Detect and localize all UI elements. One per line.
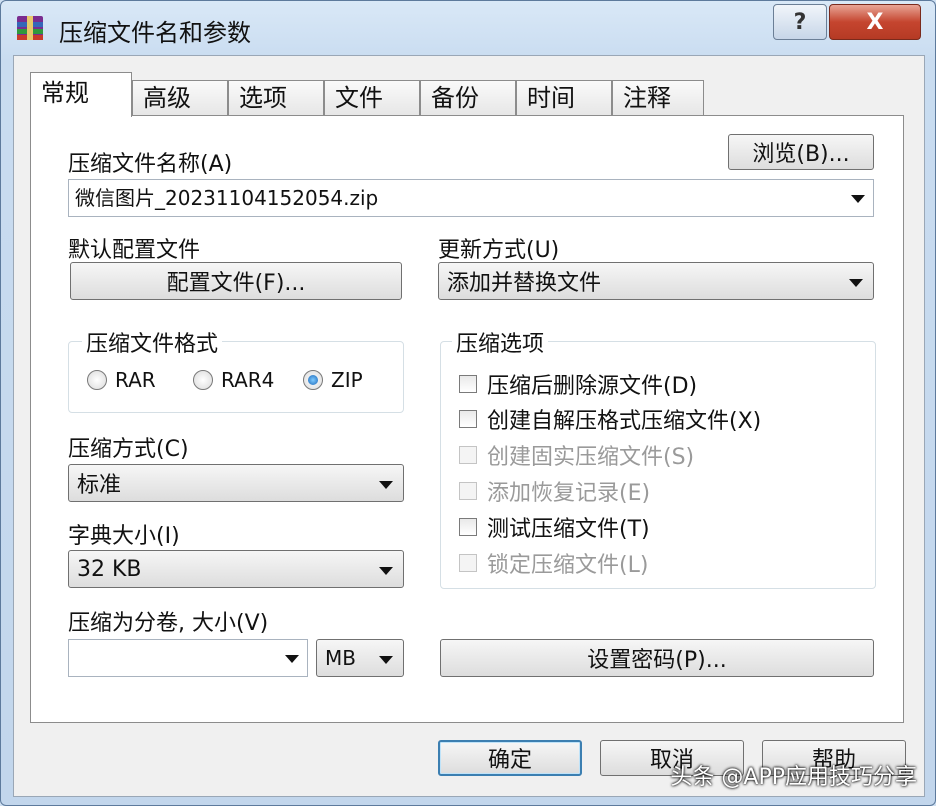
dialog-window: 压缩文件名和参数 ? X 常规 高级 选项 文件 备份 时间 注释 压缩文件名称… (0, 0, 936, 806)
option-label: 压缩后删除源文件(D) (487, 374, 698, 399)
option-create-sfx[interactable]: 创建自解压格式压缩文件(X) (459, 403, 761, 435)
chevron-down-icon (379, 567, 393, 575)
archive-name-combo[interactable]: 微信图片_20231104152054.zip (68, 179, 874, 217)
dict-size-label: 字典大小(I) (68, 524, 180, 549)
winrar-app-icon (17, 16, 43, 40)
checkbox-icon (459, 375, 477, 393)
format-radio-zip[interactable]: ZIP (303, 368, 363, 392)
dict-size-value: 32 KB (77, 556, 142, 582)
option-recovery-record[interactable]: 添加恢复记录(E) (459, 475, 650, 507)
dict-size-dropdown[interactable]: 32 KB (68, 550, 404, 588)
format-zip-label: ZIP (331, 368, 363, 392)
format-group-title: 压缩文件格式 (82, 326, 223, 358)
chevron-down-icon (849, 279, 863, 287)
chevron-down-icon (379, 481, 393, 489)
title-close-button[interactable]: X (829, 4, 921, 40)
options-group-title: 压缩选项 (452, 326, 549, 358)
window-title: 压缩文件名和参数 (59, 19, 251, 47)
title-bar: 压缩文件名和参数 ? X (1, 1, 935, 55)
archive-name-label: 压缩文件名称(A) (68, 152, 233, 177)
checkbox-icon (459, 554, 477, 572)
format-rar4-label: RAR4 (221, 368, 275, 392)
chevron-down-icon (379, 656, 393, 664)
option-lock-archive[interactable]: 锁定压缩文件(L) (459, 547, 648, 579)
checkbox-icon (459, 446, 477, 464)
radio-icon (193, 370, 213, 390)
chevron-down-icon (851, 195, 865, 203)
split-size-combo[interactable] (68, 639, 308, 677)
tab-advanced[interactable]: 高级 (132, 80, 228, 116)
checkbox-icon (459, 482, 477, 500)
chevron-down-icon (285, 655, 299, 663)
ok-button[interactable]: 确定 (438, 740, 582, 776)
watermark-text: 头条 @APP应用技巧分享 (670, 765, 917, 790)
tab-time[interactable]: 时间 (516, 80, 612, 116)
tab-backup[interactable]: 备份 (420, 80, 516, 116)
option-label: 测试压缩文件(T) (487, 517, 650, 542)
title-help-button[interactable]: ? (773, 4, 827, 40)
option-delete-after[interactable]: 压缩后删除源文件(D) (459, 368, 697, 400)
archive-name-value: 微信图片_20231104152054.zip (75, 186, 379, 210)
tab-comment[interactable]: 注释 (612, 80, 704, 116)
split-unit-value: MB (325, 646, 356, 670)
checkbox-icon (459, 410, 477, 428)
tab-options[interactable]: 选项 (228, 80, 324, 116)
format-rar-label: RAR (115, 368, 156, 392)
tab-files[interactable]: 文件 (324, 80, 420, 116)
method-dropdown[interactable]: 标准 (68, 464, 404, 502)
tab-general[interactable]: 常规 (30, 72, 132, 117)
profiles-button[interactable]: 配置文件(F)... (70, 262, 402, 300)
dialog-body: 常规 高级 选项 文件 备份 时间 注释 压缩文件名称(A) 浏览(B)... … (13, 55, 925, 797)
option-label: 添加恢复记录(E) (487, 481, 651, 506)
method-value: 标准 (77, 473, 122, 498)
split-size-label: 压缩为分卷, 大小(V) (68, 611, 269, 636)
radio-icon (87, 370, 107, 390)
option-label: 创建固实压缩文件(S) (487, 445, 695, 470)
option-label: 创建自解压格式压缩文件(X) (487, 409, 762, 434)
general-tab-panel: 压缩文件名称(A) 浏览(B)... 微信图片_20231104152054.z… (30, 115, 904, 723)
checkbox-icon (459, 518, 477, 536)
update-mode-value: 添加并替换文件 (447, 271, 602, 296)
update-mode-label: 更新方式(U) (438, 238, 560, 263)
format-radio-rar[interactable]: RAR (87, 368, 156, 392)
option-test-archive[interactable]: 测试压缩文件(T) (459, 511, 650, 543)
option-solid[interactable]: 创建固实压缩文件(S) (459, 439, 694, 471)
default-profile-label: 默认配置文件 (68, 238, 201, 263)
update-mode-dropdown[interactable]: 添加并替换文件 (438, 262, 874, 300)
method-label: 压缩方式(C) (68, 437, 189, 462)
set-password-button[interactable]: 设置密码(P)... (440, 639, 874, 677)
option-label: 锁定压缩文件(L) (487, 553, 649, 578)
browse-button[interactable]: 浏览(B)... (728, 134, 874, 170)
radio-selected-icon (303, 370, 323, 390)
format-radio-rar4[interactable]: RAR4 (193, 368, 274, 392)
split-unit-dropdown[interactable]: MB (316, 639, 404, 677)
